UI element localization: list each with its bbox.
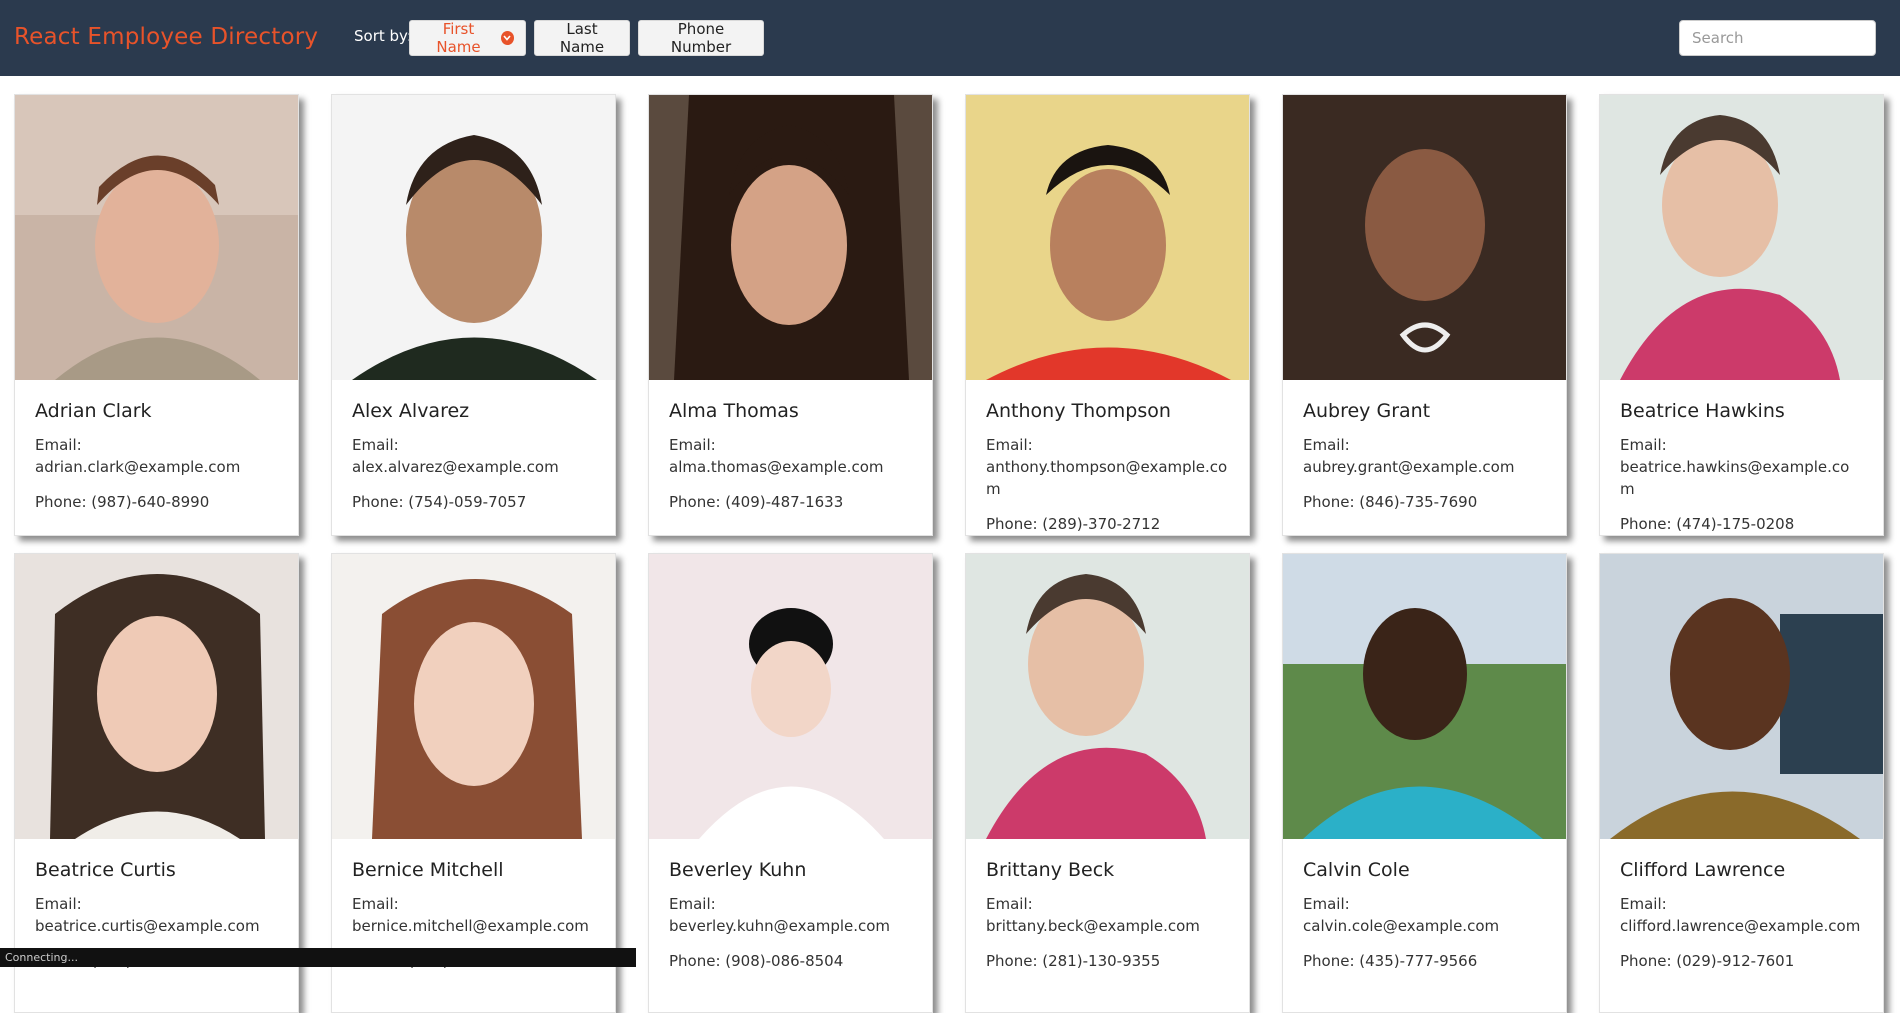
employee-photo bbox=[1600, 554, 1883, 839]
employee-card[interactable]: Alex Alvarez Email: alex.alvarez@example… bbox=[331, 94, 616, 536]
employee-name: Aubrey Grant bbox=[1303, 400, 1431, 422]
employee-phone: Phone: (474)-175-0208 bbox=[1620, 515, 1795, 533]
sort-first-name-button[interactable]: First Name bbox=[409, 20, 526, 56]
employee-name: Brittany Beck bbox=[986, 859, 1115, 881]
employee-photo bbox=[332, 554, 615, 839]
employee-card[interactable]: Anthony Thompson Email: anthony.thompson… bbox=[965, 94, 1250, 536]
employee-phone: Phone: (029)-912-7601 bbox=[1620, 952, 1795, 970]
employee-card[interactable]: Adrian Clark Email: adrian.clark@example… bbox=[14, 94, 299, 536]
employee-email: Email: beatrice.curtis@example.com bbox=[35, 895, 260, 935]
employee-phone: Phone: (846)-735-7690 bbox=[1303, 493, 1478, 511]
employee-card[interactable]: Bernice Mitchell Email: bernice.mitchell… bbox=[331, 553, 616, 1013]
employee-photo bbox=[15, 554, 298, 839]
employee-name: Beatrice Curtis bbox=[35, 859, 176, 881]
employee-photo bbox=[1283, 95, 1566, 380]
employee-card[interactable]: Beatrice Hawkins Email: beatrice.hawkins… bbox=[1599, 94, 1884, 536]
employee-phone: Phone: (409)-487-1633 bbox=[669, 493, 844, 511]
employee-email: Email: bernice.mitchell@example.com bbox=[352, 895, 589, 935]
sort-first-name-label: First Name bbox=[436, 20, 481, 56]
employee-card[interactable]: Calvin Cole Email: calvin.cole@example.c… bbox=[1282, 553, 1567, 1013]
employee-card[interactable]: Beverley Kuhn Email: beverley.kuhn@examp… bbox=[648, 553, 933, 1013]
search-input[interactable] bbox=[1679, 20, 1876, 56]
employee-photo bbox=[1600, 95, 1883, 380]
employee-phone: Phone: (987)-640-8990 bbox=[35, 493, 210, 511]
employee-name: Adrian Clark bbox=[35, 400, 152, 422]
employee-phone: Phone: (754)-059-7057 bbox=[352, 493, 527, 511]
employee-email: Email: alex.alvarez@example.com bbox=[352, 436, 559, 476]
employee-name: Alma Thomas bbox=[669, 400, 799, 422]
sort-phone-number-button[interactable]: Phone Number bbox=[638, 20, 764, 56]
employee-card[interactable]: Aubrey Grant Email: aubrey.grant@example… bbox=[1282, 94, 1567, 536]
employee-photo bbox=[649, 95, 932, 380]
employee-name: Beatrice Hawkins bbox=[1620, 400, 1785, 422]
employee-photo bbox=[649, 554, 932, 839]
employee-email: Email: adrian.clark@example.com bbox=[35, 436, 241, 476]
employee-email: Email: anthony.thompson@example.com bbox=[986, 436, 1228, 498]
employee-photo bbox=[15, 95, 298, 380]
browser-status-bar: Connecting... bbox=[0, 948, 636, 967]
employee-email: Email: aubrey.grant@example.com bbox=[1303, 436, 1515, 476]
employee-name: Beverley Kuhn bbox=[669, 859, 807, 881]
sort-last-name-button[interactable]: Last Name bbox=[534, 20, 630, 56]
employee-name: Alex Alvarez bbox=[352, 400, 470, 422]
employee-photo bbox=[966, 95, 1249, 380]
employee-email: Email: alma.thomas@example.com bbox=[669, 436, 884, 476]
employee-card[interactable]: Brittany Beck Email: brittany.beck@examp… bbox=[965, 553, 1250, 1013]
employee-phone: Phone: (281)-130-9355 bbox=[986, 952, 1161, 970]
employee-email: Email: calvin.cole@example.com bbox=[1303, 895, 1500, 935]
top-navbar: React Employee Directory Sort by: First … bbox=[0, 0, 1900, 76]
employee-email: Email: beatrice.hawkins@example.com bbox=[1620, 436, 1850, 498]
employee-phone: Phone: (435)-777-9566 bbox=[1303, 952, 1478, 970]
employee-phone: Phone: (289)-370-2712 bbox=[986, 515, 1161, 533]
employee-card[interactable]: Clifford Lawrence Email: clifford.lawren… bbox=[1599, 553, 1884, 1013]
employee-email: Email: beverley.kuhn@example.com bbox=[669, 895, 891, 935]
employee-phone: Phone: (908)-086-8504 bbox=[669, 952, 844, 970]
employee-email: Email: brittany.beck@example.com bbox=[986, 895, 1200, 935]
employee-card[interactable]: Beatrice Curtis Email: beatrice.curtis@e… bbox=[14, 553, 299, 1013]
employee-name: Calvin Cole bbox=[1303, 859, 1410, 881]
employee-card[interactable]: Alma Thomas Email: alma.thomas@example.c… bbox=[648, 94, 933, 536]
chevron-down-icon bbox=[500, 31, 514, 45]
employee-photo bbox=[966, 554, 1249, 839]
employee-photo bbox=[1283, 554, 1566, 839]
employee-photo bbox=[332, 95, 615, 380]
app-title[interactable]: React Employee Directory bbox=[14, 24, 318, 50]
sort-label: Sort by: bbox=[354, 27, 412, 45]
employee-email: Email: clifford.lawrence@example.com bbox=[1620, 895, 1861, 935]
employee-name: Bernice Mitchell bbox=[352, 859, 504, 881]
employee-name: Anthony Thompson bbox=[986, 400, 1171, 422]
employee-name: Clifford Lawrence bbox=[1620, 859, 1786, 881]
